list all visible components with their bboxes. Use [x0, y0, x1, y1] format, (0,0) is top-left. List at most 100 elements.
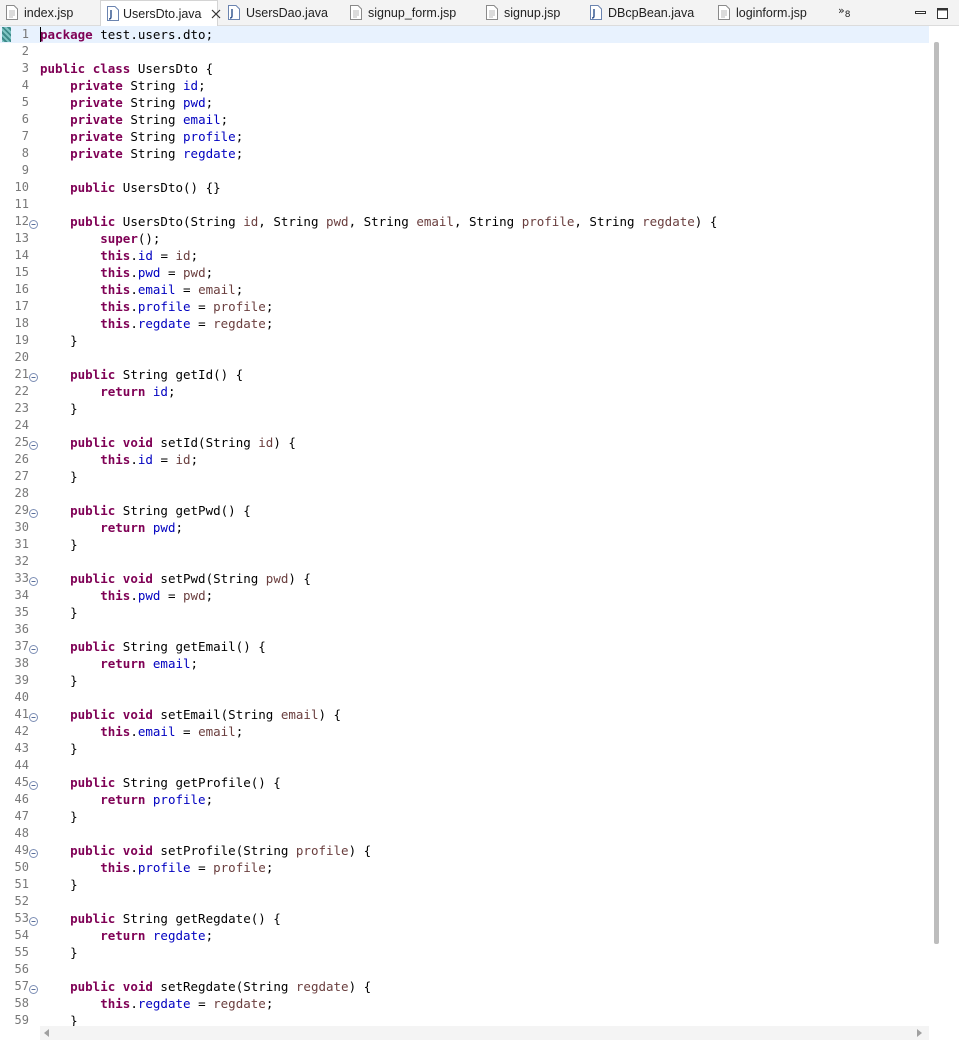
close-icon[interactable] [210, 8, 222, 20]
line-number: 51 [14, 877, 29, 891]
fold-collapse-icon[interactable] [29, 913, 38, 926]
code-line[interactable]: public String getRegdate() { [40, 910, 281, 927]
keyword-token: return [100, 792, 146, 807]
keyword-token: public [70, 911, 116, 926]
tab-usersdto-java[interactable]: UsersDto.java [100, 0, 220, 27]
horizontal-scrollbar[interactable] [40, 1026, 929, 1040]
tab-signup-form-jsp[interactable]: signup_form.jsp [344, 0, 478, 26]
fold-collapse-icon[interactable] [29, 369, 38, 382]
code-token: = [152, 452, 176, 467]
code-token: . [130, 860, 138, 875]
keyword-token: private [70, 112, 123, 127]
code-line[interactable]: public void setEmail(String email) { [40, 706, 341, 723]
code-line[interactable]: public class UsersDto { [40, 60, 213, 77]
fold-collapse-icon[interactable] [29, 216, 38, 229]
code-line[interactable]: public void setId(String id) { [40, 434, 296, 451]
code-line[interactable]: this.regdate = regdate; [40, 315, 273, 332]
code-line[interactable]: this.email = email; [40, 723, 243, 740]
code-token: = [190, 860, 214, 875]
code-token: String getProfile() { [115, 775, 281, 790]
fold-collapse-icon[interactable] [29, 437, 38, 450]
code-line[interactable]: private String id; [40, 77, 206, 94]
code-line[interactable]: } [40, 876, 78, 893]
code-area[interactable]: package test.users.dto; public class User… [40, 26, 930, 1028]
code-line[interactable]: this.pwd = pwd; [40, 264, 213, 281]
code-token: setEmail(String [152, 707, 281, 722]
code-line[interactable]: } [40, 400, 78, 417]
code-line[interactable]: } [40, 468, 78, 485]
code-line[interactable]: private String pwd; [40, 94, 213, 111]
line-number: 18 [14, 316, 29, 330]
code-line[interactable]: public UsersDto(String id, String pwd, S… [40, 213, 717, 230]
code-line[interactable]: package test.users.dto; [40, 26, 213, 43]
code-line[interactable]: private String regdate; [40, 145, 243, 162]
minimize-icon[interactable] [915, 6, 926, 17]
code-line[interactable]: public void setRegdate(String regdate) { [40, 978, 371, 995]
tab-index-jsp[interactable]: index.jsp [0, 0, 98, 26]
fold-collapse-icon[interactable] [29, 845, 38, 858]
tab-loginform-jsp[interactable]: loginform.jsp [712, 0, 830, 26]
code-line[interactable]: this.id = id; [40, 247, 198, 264]
code-line[interactable]: } [40, 672, 78, 689]
code-line[interactable]: private String profile; [40, 128, 243, 145]
code-line[interactable]: public String getEmail() { [40, 638, 266, 655]
keyword-token: this [100, 996, 131, 1011]
code-token: ; [220, 112, 229, 127]
code-line[interactable]: this.email = email; [40, 281, 243, 298]
code-line[interactable]: } [40, 944, 78, 961]
line-number: 4 [21, 78, 29, 92]
tab-label: UsersDao.java [246, 6, 328, 20]
code-line[interactable]: return pwd; [40, 519, 183, 536]
code-line[interactable]: } [40, 740, 78, 757]
fold-collapse-icon[interactable] [29, 709, 38, 722]
fold-collapse-icon[interactable] [29, 777, 38, 790]
code-line[interactable]: this.id = id; [40, 451, 198, 468]
line-number: 10 [14, 180, 29, 194]
code-line[interactable]: private String email; [40, 111, 228, 128]
code-line[interactable]: } [40, 604, 78, 621]
scroll-left-arrow-icon[interactable] [44, 1029, 49, 1037]
code-line[interactable]: public String getProfile() { [40, 774, 281, 791]
code-line[interactable]: public String getPwd() { [40, 502, 251, 519]
tab-label: index.jsp [24, 6, 74, 20]
code-line[interactable]: super(); [40, 230, 160, 247]
tab-signup-jsp[interactable]: signup.jsp [480, 0, 580, 26]
tab-overflow-button[interactable]: »8 [838, 4, 850, 20]
code-line[interactable]: } [40, 536, 78, 553]
code-line[interactable]: public String getId() { [40, 366, 243, 383]
fold-collapse-icon[interactable] [29, 573, 38, 586]
code-token: . [130, 265, 138, 280]
code-token: setId(String [152, 435, 259, 450]
code-line[interactable]: return id; [40, 383, 175, 400]
code-editor[interactable]: 1 2 3 4 5 6 7 8 9 10 11 12 13 14 15 16 17 18 19 20 21 22 23 24 2… [0, 26, 959, 1043]
code-line[interactable]: this.pwd = pwd; [40, 587, 213, 604]
maximize-icon[interactable] [937, 6, 948, 19]
parameter-token: id [243, 214, 259, 229]
code-line[interactable]: return email; [40, 655, 198, 672]
code-line[interactable]: public UsersDto() {} [40, 179, 221, 196]
vertical-scrollbar-thumb[interactable] [934, 42, 939, 944]
code-line[interactable]: return profile; [40, 791, 213, 808]
scroll-right-arrow-icon[interactable] [917, 1029, 922, 1037]
fold-collapse-icon[interactable] [29, 505, 38, 518]
keyword-token: public [70, 571, 116, 586]
keyword-token: void [122, 435, 153, 450]
code-line[interactable]: public void setProfile(String profile) { [40, 842, 371, 859]
code-line[interactable]: return regdate; [40, 927, 213, 944]
code-line[interactable]: this.profile = profile; [40, 859, 273, 876]
fold-collapse-icon[interactable] [29, 641, 38, 654]
code-line[interactable]: this.regdate = regdate; [40, 995, 273, 1012]
code-line[interactable]: this.profile = profile; [40, 298, 273, 315]
tab-usersdao-java[interactable]: UsersDao.java [222, 0, 342, 26]
code-line[interactable]: } [40, 808, 78, 825]
parameter-token: profile [295, 843, 349, 858]
tab-dbcpbean-java[interactable]: DBcpBean.java [584, 0, 712, 26]
code-line[interactable]: public void setPwd(String pwd) { [40, 570, 311, 587]
field-token: profile [137, 860, 191, 875]
fold-collapse-icon[interactable] [29, 981, 38, 994]
code-line[interactable]: } [40, 332, 78, 349]
